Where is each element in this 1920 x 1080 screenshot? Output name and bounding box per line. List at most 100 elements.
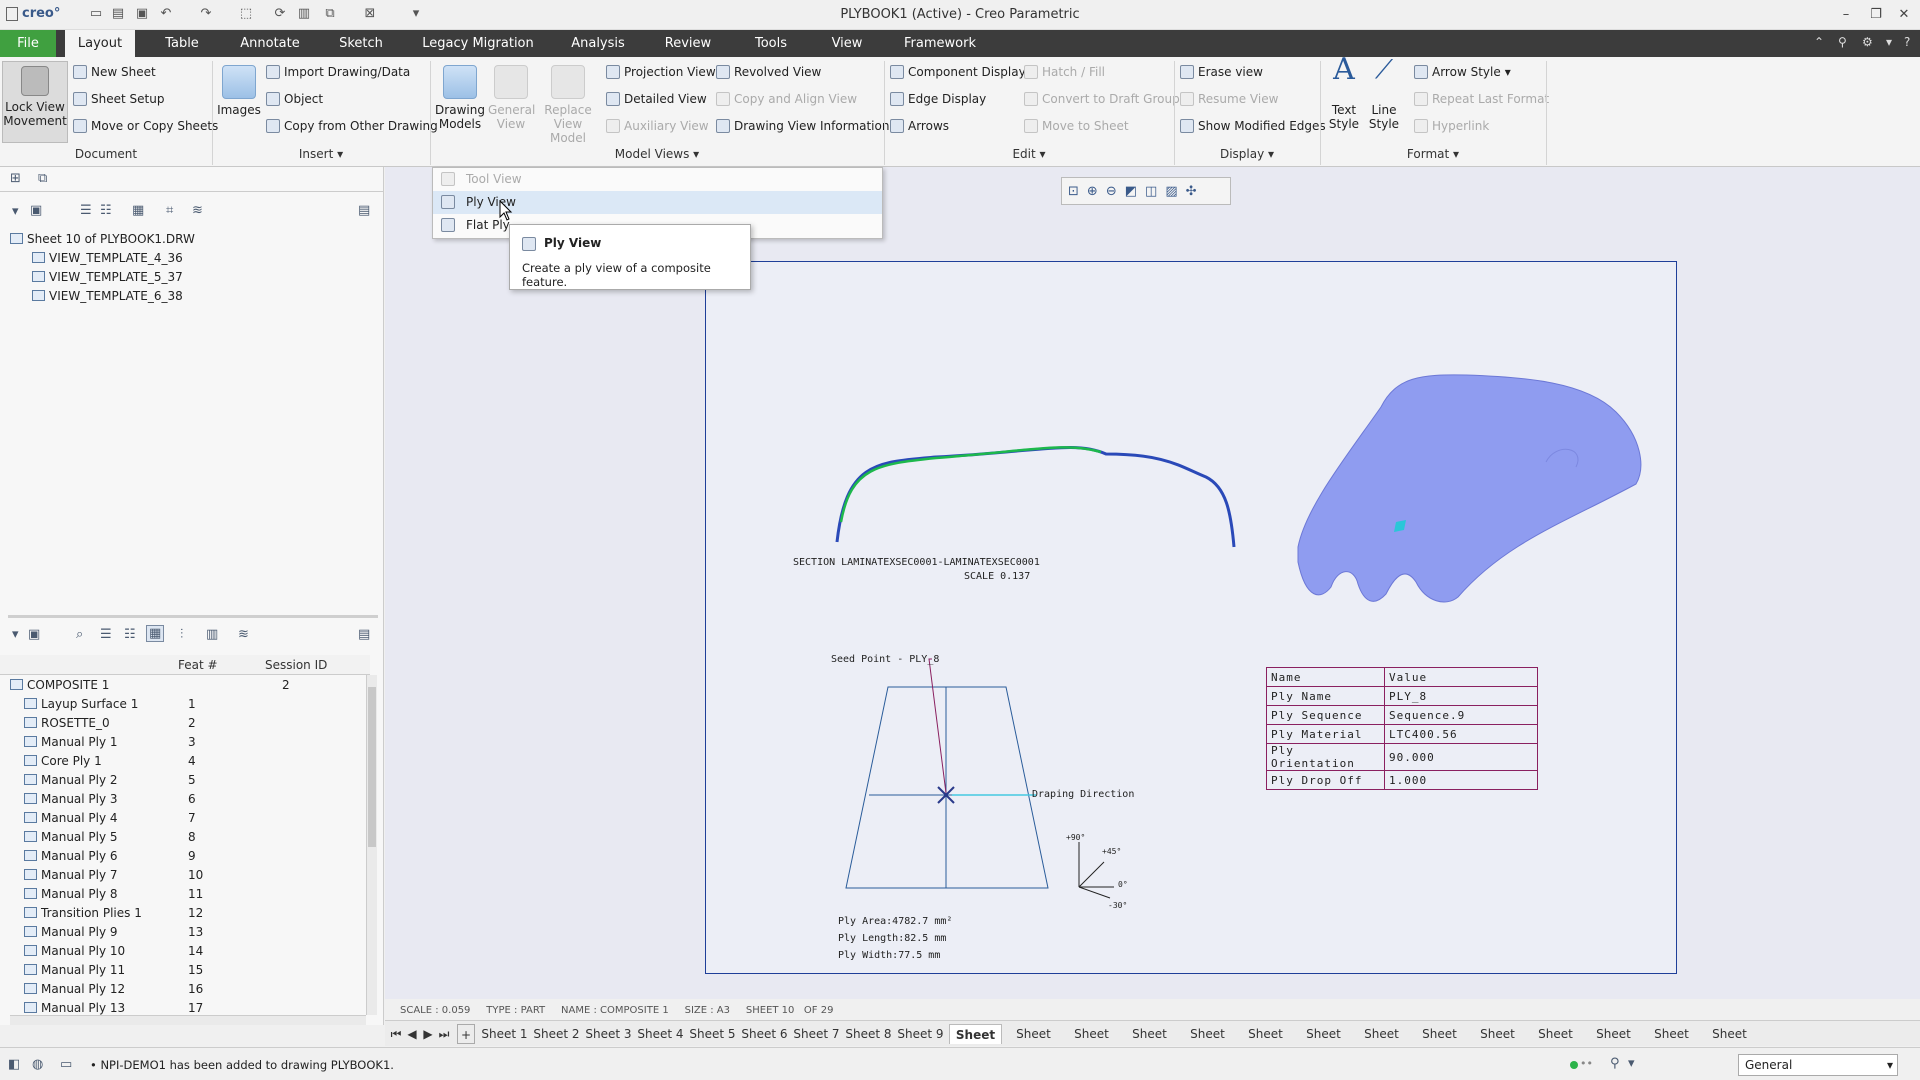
tab-framework[interactable]: Framework (896, 30, 984, 57)
vertical-scrollbar[interactable] (366, 675, 377, 1015)
horizontal-scrollbar[interactable] (10, 1015, 366, 1025)
projection-view-button[interactable]: Projection View (606, 61, 716, 83)
display-style-icon[interactable]: ◫ (1145, 184, 1157, 199)
move-to-sheet-button[interactable]: Move to Sheet (1024, 115, 1129, 137)
drawing-sheet[interactable]: SECTION LAMINATEXSEC0001-LAMINATEXSEC000… (705, 261, 1677, 974)
sheet-tab[interactable]: Sheet 7 (793, 1024, 840, 1044)
line-style-button[interactable]: ⟋ Line Style (1366, 57, 1402, 131)
arrows-button[interactable]: Arrows (890, 115, 949, 137)
find-dropdown-icon[interactable]: ▾ (1628, 1056, 1635, 1071)
sheet-tab[interactable]: Sheet 18 (1413, 1024, 1466, 1061)
panel-splitter[interactable] (8, 615, 378, 618)
convert-draft-group-button[interactable]: Convert to Draft Group (1024, 88, 1180, 110)
prev-sheet-icon[interactable]: ◀ (405, 1024, 419, 1044)
model-tree-row[interactable]: Manual Ply 58 (10, 827, 360, 846)
settings-icon[interactable]: ⚙ (1862, 35, 1873, 49)
column-session-id[interactable]: Session ID (265, 658, 327, 672)
tree-item-view-template-6[interactable]: VIEW_TEMPLATE_6_38 (10, 286, 370, 305)
selection-filter-select[interactable]: General ▾ (1738, 1054, 1898, 1076)
refit-icon[interactable]: ⊡ (1068, 184, 1079, 199)
chevron-down-icon[interactable]: ▾ (1886, 35, 1892, 49)
detailed-view-button[interactable]: Detailed View (606, 88, 707, 110)
search-icon[interactable]: ⚲ (1838, 35, 1847, 49)
list-detail-icon[interactable]: ☷ (124, 627, 136, 642)
sheet-tab[interactable]: Sheet 5 (689, 1024, 736, 1044)
resume-view-button[interactable]: Resume View (1180, 88, 1278, 110)
columns-icon[interactable]: ▦ (146, 625, 165, 642)
tree-filter-icon[interactable]: ▾ (12, 627, 19, 642)
last-sheet-icon[interactable]: ⏭ (437, 1024, 451, 1044)
repeat-last-format-button[interactable]: Repeat Last Format (1414, 88, 1549, 110)
model-tree-root[interactable]: COMPOSITE 12 (10, 675, 360, 694)
drawing-tree-root[interactable]: Sheet 10 of PLYBOOK1.DRW (10, 229, 370, 248)
sheet-tab[interactable]: Sheet 13 (1123, 1024, 1176, 1061)
group-format-label[interactable]: Format ▾ (1320, 147, 1546, 161)
model-tree-row[interactable]: ROSETTE_0 2 (10, 713, 360, 732)
replace-view-model-button[interactable]: Replace View Model (536, 65, 600, 145)
add-sheet-icon[interactable]: + (457, 1024, 475, 1044)
sheet-tab[interactable]: Sheet 16 (1297, 1024, 1350, 1061)
zoom-in-icon[interactable]: ⊕ (1087, 184, 1098, 199)
sheet-tab[interactable]: Sheet 9 (897, 1024, 944, 1044)
group-edit-label[interactable]: Edit ▾ (884, 147, 1174, 161)
sheet-tab[interactable]: Sheet 8 (845, 1024, 892, 1044)
sheet-tab[interactable]: Sheet 19 (1471, 1024, 1524, 1061)
model-tree-row[interactable]: Manual Ply 13 (10, 732, 360, 751)
model-tree-row[interactable]: Manual Ply 10 14 (10, 941, 360, 960)
filter-icon[interactable]: ⫶ (180, 627, 183, 642)
close-button[interactable]: ✕ (1892, 4, 1916, 26)
model-icon[interactable]: ▣ (28, 627, 40, 642)
erase-view-button[interactable]: Erase view (1180, 61, 1263, 83)
layers-icon[interactable]: ≋ (192, 203, 203, 218)
sheet-tab[interactable]: Sheet 2 (533, 1024, 580, 1044)
hyperlink-button[interactable]: Hyperlink (1414, 115, 1489, 137)
menu-item-tool-view[interactable]: Tool View (433, 168, 882, 191)
help-icon[interactable]: ? (1904, 35, 1910, 49)
sheet-tab[interactable]: Sheet 6 (741, 1024, 788, 1044)
browser-toggle-icon[interactable]: ◍ (32, 1057, 43, 1072)
sheet-tab[interactable]: Sheet 3 (585, 1024, 632, 1044)
model-tree-row[interactable]: Manual Ply 36 (10, 789, 360, 808)
general-view-button[interactable]: General View (488, 65, 535, 131)
edge-display-button[interactable]: Edge Display (890, 88, 986, 110)
model-tree-row[interactable]: Manual Ply 25 (10, 770, 360, 789)
tab-tools[interactable]: Tools (740, 30, 802, 57)
datum-display-icon[interactable]: ✣ (1186, 184, 1197, 199)
sheet-tab[interactable]: Sheet 1 (481, 1024, 528, 1044)
drawing-models-button[interactable]: Drawing Models (434, 65, 486, 131)
tab-sketch[interactable]: Sketch (325, 30, 397, 57)
sheet-tab[interactable]: Sheet 14 (1181, 1024, 1234, 1061)
tab-file[interactable]: File (0, 30, 56, 57)
tree-columns-icon[interactable]: ▥ (206, 627, 218, 642)
sheet-tab[interactable]: Sheet 20 (1529, 1024, 1582, 1061)
sheet-tab[interactable]: Sheet 11 (1007, 1024, 1060, 1061)
group-insert-label[interactable]: Insert ▾ (212, 147, 430, 161)
model-tree-row[interactable]: Manual Ply 8 11 (10, 884, 360, 903)
model-tree-row[interactable]: Manual Ply 12 16 (10, 979, 360, 998)
group-model-views-label[interactable]: Model Views ▾ (430, 147, 884, 161)
sheet-tab[interactable]: Sheet 12 (1065, 1024, 1118, 1061)
tree-filter-icon[interactable]: ▾ (12, 204, 19, 219)
revolved-view-button[interactable]: Revolved View (716, 61, 821, 83)
tree-columns-icon[interactable]: ▦ (132, 203, 144, 218)
list-icon[interactable]: ☰ (100, 627, 112, 642)
sheet-tab[interactable]: Sheet 23 (1703, 1024, 1756, 1061)
group-display-label[interactable]: Display ▾ (1174, 147, 1320, 161)
sheet-tab[interactable]: Sheet 21 (1587, 1024, 1640, 1061)
images-button[interactable]: Images (216, 65, 262, 117)
tab-layout[interactable]: Layout (65, 30, 135, 57)
model-tree-row[interactable]: Manual Ply 13 17 (10, 998, 360, 1015)
full-screen-icon[interactable]: ▭ (60, 1057, 72, 1072)
move-copy-sheets-button[interactable]: Move or Copy Sheets (73, 115, 218, 137)
model-tree-row[interactable]: Manual Ply 11 15 (10, 960, 360, 979)
drawing-view-info-button[interactable]: Drawing View Information (716, 115, 889, 137)
tab-annotate[interactable]: Annotate (232, 30, 308, 57)
auxiliary-view-button[interactable]: Auxiliary View (606, 115, 709, 137)
sheet-tab[interactable]: Sheet 22 (1645, 1024, 1698, 1061)
sheet-tab[interactable]: Sheet 10 (949, 1024, 1002, 1062)
sheet-tab[interactable]: Sheet 17 (1355, 1024, 1408, 1061)
zoom-out-icon[interactable]: ⊖ (1106, 184, 1117, 199)
import-drawing-button[interactable]: Import Drawing/Data (266, 61, 410, 83)
find-icon[interactable]: ⚲ (1610, 1056, 1620, 1071)
copy-align-view-button[interactable]: Copy and Align View (716, 88, 857, 110)
